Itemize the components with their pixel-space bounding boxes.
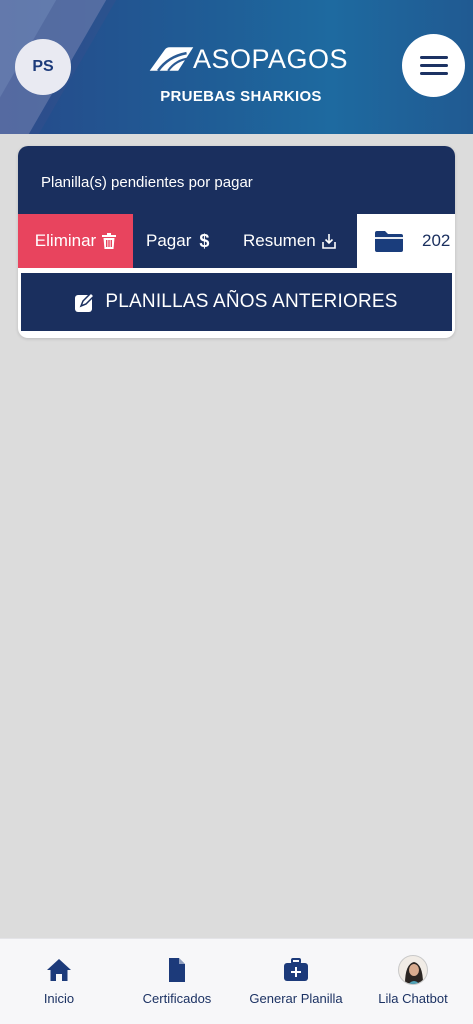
year-selector[interactable]: 202 — [357, 214, 455, 268]
company-subtitle: PRUEBAS SHARKIOS — [160, 88, 322, 105]
app-root: PS ASOPAGOS PRUEBAS SHARKIOS Planilla(s)… — [0, 0, 473, 1024]
brand-logo: ASOPAGOS — [148, 42, 348, 76]
nav-inicio-label: Inicio — [43, 991, 75, 1006]
download-icon — [321, 234, 336, 249]
eliminar-button[interactable]: Eliminar — [18, 214, 133, 268]
pagar-label: Pagar — [146, 231, 192, 250]
header: PS ASOPAGOS PRUEBAS SHARKIOS — [0, 0, 473, 134]
briefcase-plus-icon — [284, 958, 308, 981]
hamburger-menu-icon-line — [419, 72, 448, 75]
dollar-icon: $ — [199, 230, 210, 251]
pending-payrolls-card: Planilla(s) pendientes por pagar Elimina… — [18, 146, 455, 338]
home-icon — [47, 959, 71, 981]
trash-icon — [102, 233, 117, 249]
resumen-label: Resumen — [243, 231, 316, 250]
hamburger-menu-button[interactable] — [402, 34, 465, 97]
brand-name: ASOPAGOS — [192, 43, 348, 74]
hamburger-menu-icon-line — [419, 64, 448, 67]
nav-generar-planilla[interactable]: Generar Planilla — [242, 957, 350, 1006]
edit-icon — [75, 292, 96, 312]
document-icon — [169, 958, 185, 982]
nav-certificados[interactable]: Certificados — [130, 957, 224, 1006]
nav-lila-chatbot-label: Lila Chatbot — [378, 991, 448, 1006]
folder-icon — [375, 231, 403, 252]
asopagos-logo-icon — [149, 47, 194, 72]
nav-generar-planilla-label: Generar Planilla — [249, 991, 343, 1006]
bottom-navigation: Inicio Certificados Generar Planilla Lil… — [0, 938, 473, 1024]
eliminar-label: Eliminar — [34, 231, 97, 250]
hamburger-menu-icon — [419, 56, 448, 59]
anteriores-label: PLANILLAS AÑOS ANTERIORES — [105, 291, 398, 312]
planillas-anos-anteriores-button[interactable]: PLANILLAS AÑOS ANTERIORES — [21, 273, 452, 331]
resumen-button[interactable]: Resumen — [243, 214, 353, 268]
card-header: Planilla(s) pendientes por pagar Elimina… — [18, 146, 455, 268]
card-title: Planilla(s) pendientes por pagar — [41, 174, 253, 191]
nav-inicio[interactable]: Inicio — [22, 957, 96, 1006]
avatar-initials: PS — [32, 58, 54, 75]
user-avatar[interactable]: PS — [15, 39, 71, 95]
nav-certificados-label: Certificados — [142, 991, 212, 1006]
year-value: 202 — [422, 231, 451, 250]
pagar-button[interactable]: Pagar $ — [146, 214, 226, 268]
card-actions: Eliminar Pagar $ Resumen 202 — [18, 214, 455, 268]
nav-lila-chatbot[interactable]: Lila Chatbot — [367, 955, 459, 1006]
chatbot-avatar — [398, 955, 428, 985]
